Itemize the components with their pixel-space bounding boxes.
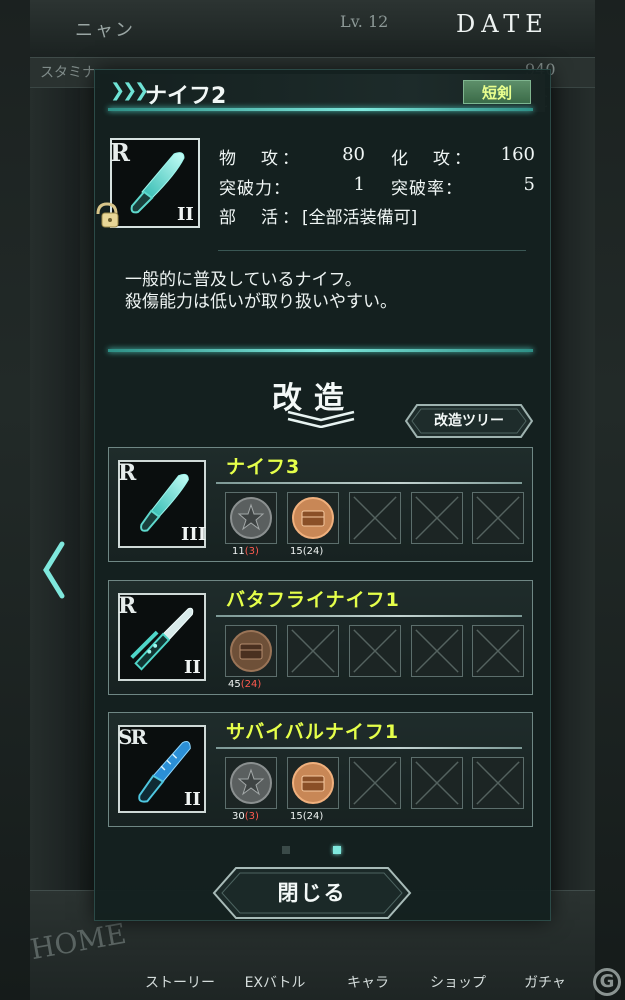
description-line-1: 一般的に普及しているナイフ。 [125, 270, 362, 290]
upgrade-grade: II [184, 789, 201, 810]
card-divider [216, 615, 522, 617]
brown-chest-medal-icon [230, 630, 272, 672]
stat-club-value: [全部活装備可] [302, 208, 418, 228]
cross-icon [415, 761, 459, 805]
bronze-chest-medal-icon [292, 762, 334, 804]
cross-icon [353, 629, 397, 673]
cross-icon [353, 761, 397, 805]
material-count: 15(24) [290, 546, 324, 557]
cross-icon [353, 496, 397, 540]
cross-icon [415, 496, 459, 540]
material-slot[interactable] [287, 757, 339, 809]
cross-icon [476, 629, 520, 673]
cross-icon [291, 629, 335, 673]
empty-slot [472, 492, 524, 544]
stat-attack-value: 80 [342, 144, 365, 165]
nav-shop[interactable]: ショップ [418, 972, 498, 992]
upgrade-rarity: R [118, 593, 137, 619]
empty-slot [411, 492, 463, 544]
stat-attack-label: 物 攻： [219, 149, 303, 169]
empty-slot [349, 625, 401, 677]
upgrade-rarity: R [118, 460, 137, 486]
cross-icon [415, 629, 459, 673]
empty-slot [349, 492, 401, 544]
stat-club-label: 部 活： [219, 208, 303, 228]
chevrons-icon: ❯❯❯ [110, 80, 149, 101]
stat-magic-label: 化 攻： [391, 149, 475, 169]
upgrade-rarity: SR [118, 725, 147, 749]
upgrade-item-name: サバイバルナイフ1 [226, 721, 400, 743]
silver-gear-medal-icon [230, 497, 272, 539]
right-frame [547, 88, 595, 908]
material-count: 45(24) [228, 679, 262, 690]
page-dot[interactable] [282, 846, 290, 854]
double-chevron-down-icon [287, 410, 355, 428]
watermark-logo: G [593, 968, 621, 996]
nav-story[interactable]: ストーリー [140, 972, 220, 992]
cross-icon [476, 496, 520, 540]
stat-break-rate-label: 突破率： [391, 179, 463, 199]
material-slot[interactable] [225, 625, 277, 677]
stats-divider [218, 250, 526, 251]
stat-break-label: 突破力： [219, 179, 291, 199]
material-count: 30(3) [232, 811, 259, 822]
description-line-2: 殺傷能力は低いが取り扱いやすい。 [125, 292, 397, 312]
card-divider [216, 747, 522, 749]
item-grade: II [177, 204, 194, 225]
item-description: 一般的に普及しているナイフ。 殺傷能力は低いが取り扱いやすい。 [125, 269, 397, 313]
chevron-left-icon[interactable] [40, 540, 70, 600]
material-slot[interactable] [287, 492, 339, 544]
player-level: Lv. 12 [340, 12, 389, 31]
upgrade-grade: II [184, 657, 201, 678]
stat-magic-value: 160 [500, 144, 535, 165]
material-slot[interactable] [225, 492, 277, 544]
item-rarity: R [110, 138, 130, 167]
close-button[interactable]: 閉じる [212, 866, 412, 920]
nav-gacha[interactable]: ガチャ [505, 972, 585, 992]
upgrade-item-name: ナイフ3 [226, 456, 301, 478]
material-count: 15(24) [290, 811, 324, 822]
item-name: ナイフ2 [145, 84, 227, 109]
upgrade-tree-button[interactable]: 改造ツリー [405, 404, 533, 438]
upgrade-grade: III [181, 524, 207, 545]
title-divider [108, 108, 533, 111]
card-divider [216, 482, 522, 484]
lock-icon[interactable] [92, 202, 122, 230]
empty-slot [349, 757, 401, 809]
nav-ex-battle[interactable]: EXバトル [235, 972, 315, 992]
upgrade-item-name: バタフライナイフ1 [226, 589, 400, 611]
empty-slot [472, 625, 524, 677]
section-divider [108, 349, 533, 352]
empty-slot [287, 625, 339, 677]
empty-slot [411, 757, 463, 809]
cross-icon [476, 761, 520, 805]
stamina-label: スタミナ [40, 65, 96, 81]
screen-title: DATE [456, 10, 549, 38]
left-frame [30, 88, 80, 908]
silver-gear-medal-icon [230, 762, 272, 804]
stat-break-value: 1 [353, 174, 365, 195]
bronze-chest-medal-icon [292, 497, 334, 539]
page-dot-active[interactable] [333, 846, 341, 854]
empty-slot [472, 757, 524, 809]
material-slot[interactable] [225, 757, 277, 809]
material-count: 11(3) [232, 546, 259, 557]
nav-chara[interactable]: キャラ [328, 972, 408, 992]
item-type-badge: 短剣 [463, 80, 531, 104]
player-name: ニャン [75, 20, 135, 41]
empty-slot [411, 625, 463, 677]
stat-break-rate-value: 5 [523, 174, 535, 195]
